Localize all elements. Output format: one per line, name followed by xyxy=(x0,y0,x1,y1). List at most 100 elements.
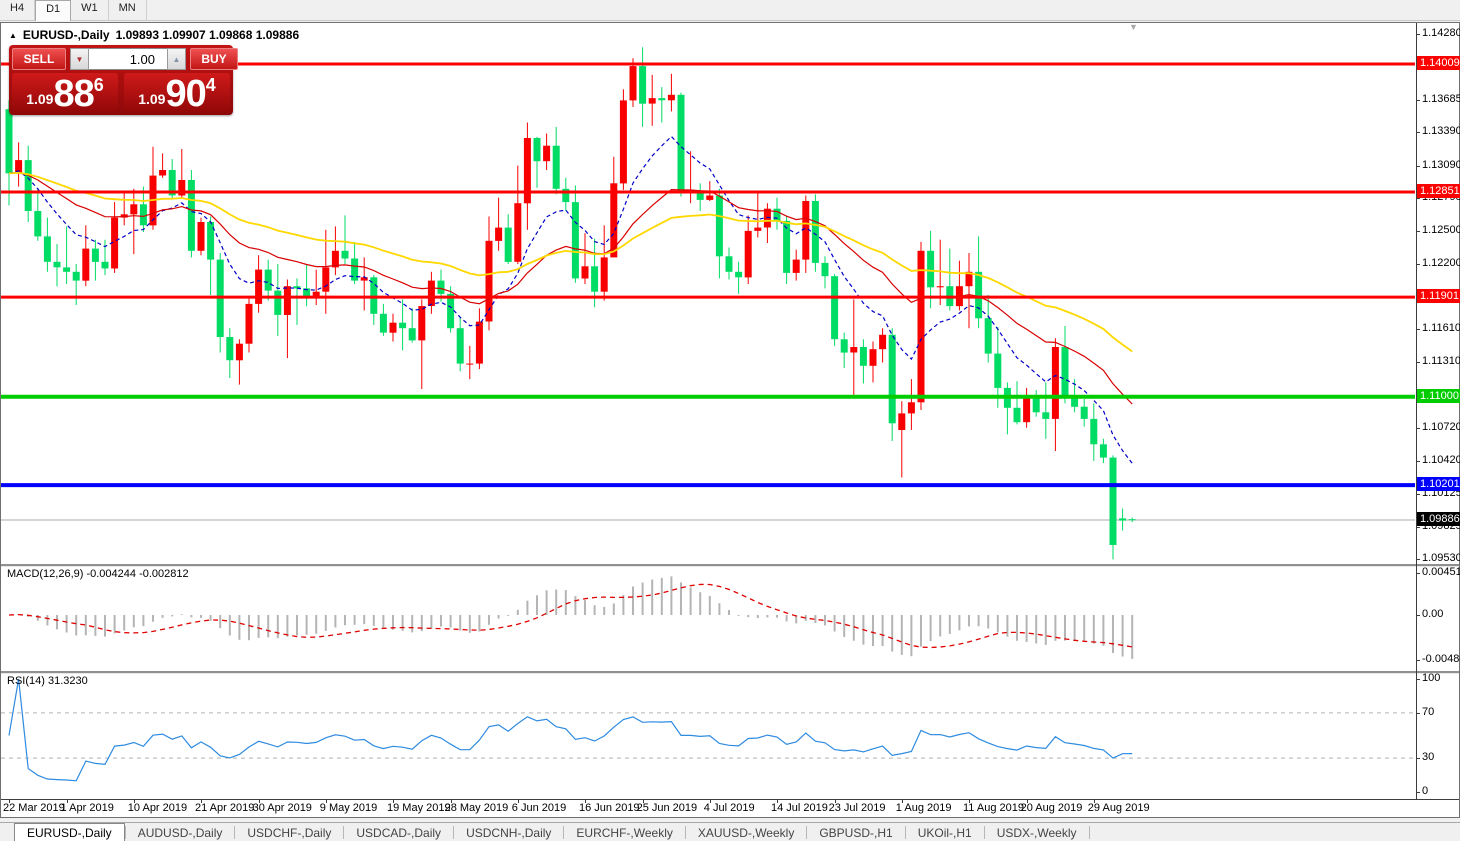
time-axis-tick-label: 25 Jun 2019 xyxy=(637,802,698,814)
chart-tab-eurchf-weekly[interactable]: EURCHF-,Weekly xyxy=(564,823,684,841)
price-axis-tick-label: 1.11610 xyxy=(1422,322,1460,334)
buy-button[interactable]: BUY xyxy=(190,48,238,70)
pane-splitter-rsi[interactable] xyxy=(1,671,1459,674)
time-axis-tick-label: 1 Apr 2019 xyxy=(61,802,114,814)
volume-input[interactable] xyxy=(89,48,167,70)
time-axis-tick-label: 14 Jul 2019 xyxy=(771,802,828,814)
rsi-axis-tick-label: 70 xyxy=(1422,706,1434,718)
rsi-axis-tick-label: 0 xyxy=(1422,785,1428,797)
time-axis-tick-label: 10 Apr 2019 xyxy=(128,802,187,814)
price-line-label: 1.10201 xyxy=(1417,477,1460,491)
price-axis-tick-label: 1.12200 xyxy=(1422,257,1460,269)
buy-price-pip-digit: 4 xyxy=(206,75,216,96)
time-axis-tick-label: 30 Apr 2019 xyxy=(253,802,312,814)
price-axis-tick xyxy=(1416,329,1420,330)
time-axis-tick-label: 16 Jun 2019 xyxy=(579,802,640,814)
time-axis-tick-label: 4 Jul 2019 xyxy=(704,802,755,814)
timeframe-toolbar: H4D1W1MN xyxy=(0,0,1460,21)
volume-decrease-arrow-icon[interactable]: ▼ xyxy=(70,48,89,70)
buy-price-prefix: 1.09 xyxy=(138,91,165,107)
buy-price-big-digits: 90 xyxy=(165,77,205,111)
rsi-indicator-label: RSI(14) 31.3230 xyxy=(7,675,88,687)
time-axis-tick-label: 1 Aug 2019 xyxy=(896,802,952,814)
price-axis-tick xyxy=(1416,461,1420,462)
pane-splitter-macd[interactable] xyxy=(1,564,1459,567)
price-line-label: 1.11901 xyxy=(1417,289,1460,303)
chart-tab-usdcad-daily[interactable]: USDCAD-,Daily xyxy=(344,823,453,841)
time-axis-tick-label: 28 May 2019 xyxy=(445,802,509,814)
macd-axis-tick xyxy=(1416,615,1420,616)
price-line-label: 1.12851 xyxy=(1417,184,1460,198)
price-axis-tick-label: 1.11310 xyxy=(1422,355,1460,367)
macd-indicator-canvas[interactable] xyxy=(1,566,1415,671)
price-axis-tick xyxy=(1416,428,1420,429)
time-axis-tick-label: 22 Mar 2019 xyxy=(3,802,65,814)
price-axis-tick xyxy=(1416,362,1420,363)
time-axis-tick-label: 19 May 2019 xyxy=(387,802,451,814)
sell-price-big-digits: 88 xyxy=(53,77,93,111)
time-axis-tick-label: 9 May 2019 xyxy=(320,802,377,814)
price-axis-tick xyxy=(1416,559,1420,560)
chart-tab-bar: EURUSD-,DailyAUDUSD-,DailyUSDCHF-,DailyU… xyxy=(0,822,1460,841)
price-axis-tick xyxy=(1416,100,1420,101)
price-axis-line xyxy=(1416,23,1417,799)
chart-window: 1.142801.139851.136851.133901.130901.127… xyxy=(0,22,1460,818)
chart-title: ▲ EURUSD-,Daily 1.09893 1.09907 1.09868 … xyxy=(9,28,299,42)
price-axis-tick-label: 1.09530 xyxy=(1422,552,1460,564)
rsi-axis-tick-label: 100 xyxy=(1422,672,1440,684)
rsi-axis-tick xyxy=(1416,792,1420,793)
macd-axis-tick xyxy=(1416,660,1420,661)
rsi-axis-tick xyxy=(1416,679,1420,680)
price-axis-tick xyxy=(1416,166,1420,167)
chart-shift-marker-icon[interactable]: ▼ xyxy=(1129,22,1138,32)
chart-tab-xauusd-weekly[interactable]: XAUUSD-,Weekly xyxy=(686,823,806,841)
macd-axis-tick-label: -0.004800 xyxy=(1422,653,1460,665)
price-axis-tick xyxy=(1416,264,1420,265)
price-axis-tick xyxy=(1416,494,1420,495)
chart-tab-usdchf-daily[interactable]: USDCHF-,Daily xyxy=(235,823,343,841)
volume-stepper: ▼ ▲ xyxy=(70,48,186,70)
chart-tab-ukoil-h1[interactable]: UKOil-,H1 xyxy=(906,823,984,841)
sell-button[interactable]: SELL xyxy=(12,48,66,70)
chart-tab-usdx-weekly[interactable]: USDX-,Weekly xyxy=(985,823,1089,841)
price-line-label: 1.09886 xyxy=(1417,512,1460,526)
price-axis-tick-label: 1.14280 xyxy=(1422,27,1460,39)
timeframe-button-h4[interactable]: H4 xyxy=(0,0,35,20)
chart-tab-audusd-daily[interactable]: AUDUSD-,Daily xyxy=(126,823,235,841)
price-axis-tick-label: 1.10420 xyxy=(1422,454,1460,466)
macd-axis-tick-label: 0.004517 xyxy=(1422,566,1460,578)
timeframe-button-mn[interactable]: MN xyxy=(109,0,147,20)
buy-price-quote[interactable]: 1.09 90 4 xyxy=(124,73,230,112)
sell-price-pip-digit: 6 xyxy=(94,75,104,96)
time-axis-tick-label: 29 Aug 2019 xyxy=(1088,802,1150,814)
timeframe-button-w1[interactable]: W1 xyxy=(71,0,109,20)
time-axis-tick-label: 21 Apr 2019 xyxy=(195,802,254,814)
price-axis-tick xyxy=(1416,231,1420,232)
time-axis-tick-label: 20 Aug 2019 xyxy=(1021,802,1083,814)
timeframe-button-d1[interactable]: D1 xyxy=(35,0,71,21)
price-line-label: 1.14009 xyxy=(1417,56,1460,70)
price-axis-tick-label: 1.13390 xyxy=(1422,125,1460,137)
chart-ohlc-label: 1.09893 1.09907 1.09868 1.09886 xyxy=(116,28,300,42)
rsi-indicator-canvas[interactable] xyxy=(1,673,1415,799)
price-axis-tick-label: 1.13090 xyxy=(1422,159,1460,171)
collapse-triangle-icon[interactable]: ▲ xyxy=(9,31,17,40)
sell-price-prefix: 1.09 xyxy=(26,91,53,107)
chart-tab-gbpusd-h1[interactable]: GBPUSD-,H1 xyxy=(807,823,904,841)
macd-indicator-label: MACD(12,26,9) -0.004244 -0.002812 xyxy=(7,568,189,580)
price-axis-tick xyxy=(1416,132,1420,133)
chart-tab-eurusd-daily[interactable]: EURUSD-,Daily xyxy=(14,823,125,841)
time-axis-tick-label: 6 Jun 2019 xyxy=(512,802,566,814)
chart-tab-usdcnh-daily[interactable]: USDCNH-,Daily xyxy=(454,823,563,841)
price-axis-tick xyxy=(1416,34,1420,35)
rsi-axis-tick-label: 30 xyxy=(1422,751,1434,763)
mt4-window: H4D1W1MN 1.142801.139851.136851.133901.1… xyxy=(0,0,1460,841)
macd-axis-tick xyxy=(1416,573,1420,574)
rsi-axis-tick xyxy=(1416,713,1420,714)
volume-increase-arrow-icon[interactable]: ▲ xyxy=(167,48,186,70)
price-axis-tick-label: 1.13685 xyxy=(1422,93,1460,105)
tab-separator xyxy=(1089,826,1090,839)
sell-price-quote[interactable]: 1.09 88 6 xyxy=(12,73,118,112)
price-axis-tick-label: 1.10720 xyxy=(1422,421,1460,433)
rsi-axis-tick xyxy=(1416,758,1420,759)
